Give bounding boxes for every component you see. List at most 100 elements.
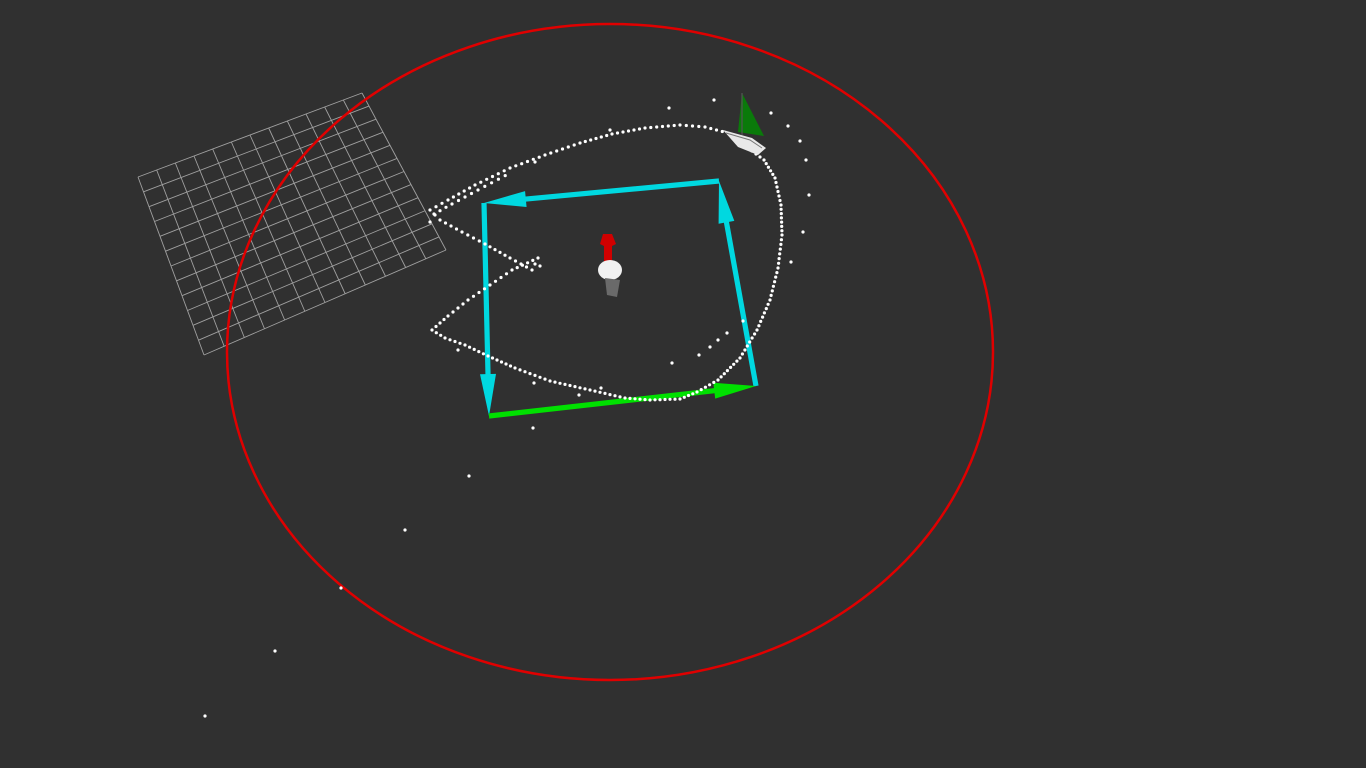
- trail-point: [593, 389, 597, 393]
- trail-point: [473, 183, 477, 187]
- trail-point: [779, 212, 783, 216]
- trail-point: [769, 169, 773, 173]
- trail-point: [553, 380, 557, 384]
- trail-point: [658, 398, 662, 402]
- trail-point: [467, 474, 471, 478]
- trail-point: [526, 261, 530, 265]
- trail-point: [537, 155, 541, 159]
- trail-point: [682, 395, 686, 399]
- trail-point: [798, 139, 802, 143]
- trail-point: [538, 375, 542, 379]
- trail-point: [488, 283, 492, 287]
- trail-point: [428, 208, 432, 212]
- trail-point: [438, 218, 442, 222]
- trail-point: [691, 392, 695, 396]
- trail-point: [776, 189, 780, 194]
- trail-point: [695, 390, 699, 394]
- trail-point: [778, 198, 782, 203]
- trail-point: [513, 259, 518, 263]
- trail-point: [775, 185, 779, 189]
- trail-point: [708, 345, 712, 349]
- trail-point: [490, 181, 494, 185]
- trail-point: [779, 203, 783, 207]
- trail-point: [755, 328, 759, 332]
- trail-point: [776, 266, 780, 270]
- trail-point: [753, 332, 757, 336]
- trail-point: [712, 98, 716, 102]
- trail-point: [735, 359, 739, 363]
- trail-point: [514, 164, 518, 168]
- trail-point: [613, 394, 617, 398]
- trail-point: [598, 390, 602, 394]
- trail-point: [460, 230, 464, 234]
- trail-point: [638, 397, 642, 401]
- rviz-3d-viewport[interactable]: [0, 0, 1366, 768]
- trail-point: [496, 172, 500, 176]
- trail-point: [764, 307, 768, 311]
- trail-point: [697, 353, 701, 357]
- trail-point: [434, 331, 438, 335]
- trail-point: [499, 360, 504, 364]
- trail-point: [655, 125, 659, 129]
- trail-point: [488, 245, 492, 249]
- trail-point: [578, 141, 582, 145]
- trail-point: [605, 133, 609, 138]
- trail-point: [456, 306, 460, 310]
- trail-point: [451, 310, 455, 314]
- trail-point: [466, 233, 470, 237]
- trail-point: [759, 319, 763, 323]
- trail-point: [725, 331, 729, 335]
- trail-point: [533, 373, 537, 377]
- trail-point: [477, 350, 481, 354]
- trail-point: [599, 386, 603, 390]
- trail-point: [773, 176, 777, 180]
- trail-point: [775, 271, 779, 275]
- trail-point: [476, 188, 480, 192]
- trail-point: [779, 216, 784, 220]
- trail-point: [481, 352, 485, 356]
- trail-point: [740, 352, 745, 356]
- trail-point: [648, 398, 652, 402]
- trail-point: [524, 265, 529, 269]
- trail-point: [438, 209, 442, 213]
- trail-point: [532, 381, 536, 385]
- trail-point: [770, 289, 774, 293]
- trail-point: [643, 126, 647, 130]
- trail-point: [468, 345, 472, 349]
- trail-point: [804, 158, 808, 162]
- trail-point: [801, 230, 805, 234]
- trail-point: [466, 298, 470, 302]
- trail-point: [779, 242, 783, 246]
- trail-point: [632, 128, 636, 132]
- trail-point: [690, 124, 695, 128]
- trail-point: [504, 272, 509, 276]
- trail-point: [443, 336, 447, 340]
- trail-point: [589, 138, 593, 142]
- trail-point: [471, 236, 476, 240]
- trail-point: [483, 242, 487, 246]
- trail-point: [780, 233, 784, 237]
- trail-point: [766, 302, 770, 306]
- trail-point: [722, 372, 726, 376]
- trail-point: [649, 125, 653, 130]
- trail-point: [779, 238, 784, 242]
- trail-point: [774, 180, 778, 185]
- trail-point: [716, 378, 720, 382]
- trail-point: [708, 383, 712, 387]
- trail-point: [774, 275, 778, 279]
- trail-point: [709, 126, 713, 131]
- trail-point: [430, 328, 434, 332]
- trail-point: [716, 338, 720, 342]
- trail-point: [508, 166, 512, 170]
- trail-point: [495, 358, 499, 362]
- trail-point: [748, 340, 752, 344]
- trail-point: [446, 314, 450, 318]
- trail-point: [519, 262, 523, 266]
- trail-point: [615, 131, 620, 135]
- trail-point: [515, 266, 519, 270]
- trail-point: [750, 336, 754, 340]
- trail-point: [653, 398, 657, 402]
- trail-point: [472, 347, 476, 351]
- trail-point: [684, 123, 688, 128]
- scene-canvas[interactable]: [0, 0, 1366, 768]
